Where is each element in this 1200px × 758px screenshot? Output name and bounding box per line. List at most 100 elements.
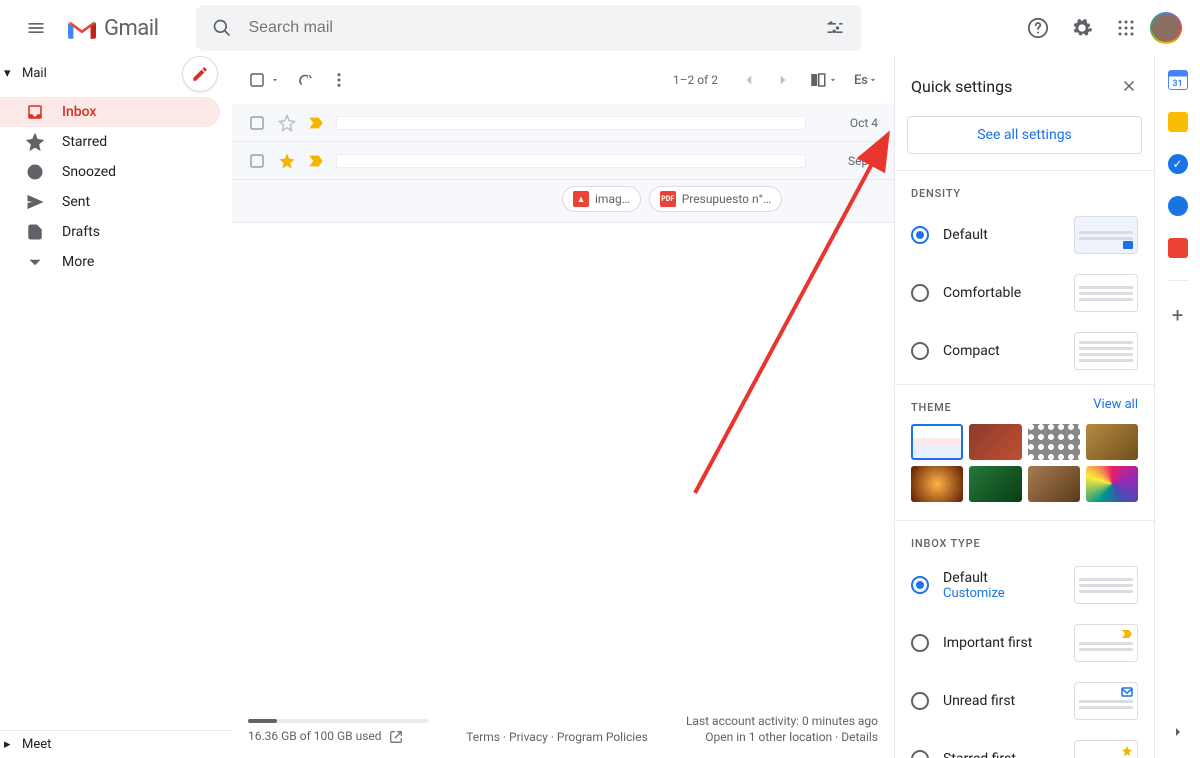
option-label-text: Default xyxy=(943,570,1060,586)
important-icon[interactable] xyxy=(308,154,324,168)
nav-item-sent[interactable]: Sent xyxy=(0,187,220,217)
side-panel-rail: 31 ✓ 👤 + xyxy=(1154,56,1200,758)
density-option-comfortable[interactable]: Comfortable xyxy=(895,264,1154,322)
select-all-checkbox[interactable] xyxy=(248,71,280,89)
inbox-preview xyxy=(1074,740,1138,758)
caret-down-icon xyxy=(828,75,838,85)
meet-section-header[interactable]: ▸ Meet xyxy=(0,731,232,758)
split-pane-button[interactable] xyxy=(808,60,838,100)
input-tools-button[interactable]: Es xyxy=(854,60,878,100)
theme-view-all-link[interactable]: View all xyxy=(1093,397,1138,412)
search-input[interactable] xyxy=(240,19,817,37)
theme-tile[interactable] xyxy=(1028,466,1080,502)
mail-row[interactable]: Sep 6 xyxy=(232,142,894,180)
customize-link[interactable]: Customize xyxy=(943,586,1060,601)
storage-block: 16.36 GB of 100 GB used xyxy=(248,719,428,744)
apps-grid-icon xyxy=(1117,19,1135,37)
quick-settings-panel: Quick settings See all settings Density … xyxy=(894,56,1154,758)
nav-label: Inbox xyxy=(62,104,96,120)
important-icon[interactable] xyxy=(308,116,324,130)
mail-date: Oct 4 xyxy=(818,116,878,130)
inbox-preview xyxy=(1074,566,1138,604)
theme-tile[interactable] xyxy=(1086,466,1138,502)
inbox-type-option-default[interactable]: Default Customize xyxy=(895,556,1154,614)
help-button[interactable] xyxy=(1018,8,1058,48)
attachment-chip-pdf[interactable]: PDF Presupuesto n°… xyxy=(649,186,782,212)
search-icon[interactable] xyxy=(204,8,240,48)
footer-links[interactable]: Terms · Privacy · Program Policies xyxy=(466,730,648,744)
contacts-app-icon[interactable]: 👤 xyxy=(1168,196,1188,216)
option-label: Default xyxy=(943,227,1060,243)
theme-tile[interactable] xyxy=(1028,424,1080,460)
split-pane-icon xyxy=(808,71,828,89)
inbox-type-option-starred[interactable]: Starred first xyxy=(895,730,1154,758)
theme-tile[interactable] xyxy=(1086,424,1138,460)
more-actions-button[interactable] xyxy=(330,60,348,100)
caret-down-icon: ▾ xyxy=(4,66,22,81)
content-area: 1–2 of 2 Es Oct 4 xyxy=(232,56,894,758)
gear-icon xyxy=(1071,17,1093,39)
nav-item-snoozed[interactable]: Snoozed xyxy=(0,157,220,187)
prev-page-button[interactable] xyxy=(740,60,758,100)
nav-label: Sent xyxy=(62,194,90,210)
footer: 16.36 GB of 100 GB used Terms · Privacy … xyxy=(232,708,894,758)
theme-tile[interactable] xyxy=(969,424,1021,460)
footer-activity-2[interactable]: Open in 1 other location · Details xyxy=(705,730,878,744)
checkbox-icon[interactable] xyxy=(248,152,266,170)
header: Gmail xyxy=(0,0,1200,56)
nav-item-drafts[interactable]: Drafts xyxy=(0,217,220,247)
radio-icon xyxy=(911,576,929,594)
nav-label: More xyxy=(62,254,94,270)
radio-icon xyxy=(911,692,929,710)
gmail-logo-icon xyxy=(68,17,96,39)
mail-section-label: Mail xyxy=(22,66,47,81)
help-icon xyxy=(1027,17,1049,39)
main-menu-button[interactable] xyxy=(12,4,60,52)
radio-icon xyxy=(911,750,929,758)
density-option-compact[interactable]: Compact xyxy=(895,322,1154,380)
nav-item-starred[interactable]: Starred xyxy=(0,127,220,157)
compose-button[interactable] xyxy=(182,56,218,92)
inbox-type-option-important[interactable]: Important first xyxy=(895,614,1154,672)
search-bar[interactable] xyxy=(196,5,861,51)
checkbox-icon[interactable] xyxy=(248,114,266,132)
apps-launcher-button[interactable] xyxy=(1106,8,1146,48)
refresh-button[interactable] xyxy=(296,60,314,100)
gmail-logo[interactable]: Gmail xyxy=(68,16,188,41)
addon-app-icon[interactable] xyxy=(1168,238,1188,258)
settings-button[interactable] xyxy=(1062,8,1102,48)
calendar-app-icon[interactable]: 31 xyxy=(1168,70,1188,90)
next-page-button[interactable] xyxy=(774,60,792,100)
inbox-type-option-unread[interactable]: Unread first xyxy=(895,672,1154,730)
image-icon: ▲ xyxy=(573,191,589,207)
attachment-chip-image[interactable]: ▲ imag… xyxy=(562,186,641,212)
see-all-settings-button[interactable]: See all settings xyxy=(907,116,1142,154)
account-avatar[interactable] xyxy=(1150,12,1182,44)
add-addon-button[interactable]: + xyxy=(1172,303,1183,327)
search-options-button[interactable] xyxy=(817,8,853,48)
hamburger-icon xyxy=(26,18,46,38)
inbox-type-section-title: Inbox type xyxy=(895,525,1154,556)
option-label: Starred first xyxy=(943,751,1060,758)
storage-bar xyxy=(248,719,428,723)
theme-tile[interactable] xyxy=(911,466,963,502)
theme-tile[interactable] xyxy=(911,424,963,460)
input-tool-label: Es xyxy=(854,73,868,88)
nav-item-more[interactable]: More xyxy=(0,247,220,277)
tasks-app-icon[interactable]: ✓ xyxy=(1168,154,1188,174)
nav-item-inbox[interactable]: Inbox xyxy=(0,97,220,127)
mail-row[interactable]: Oct 4 xyxy=(232,104,894,142)
theme-tile[interactable] xyxy=(969,466,1021,502)
star-icon[interactable] xyxy=(278,114,296,132)
collapse-side-panel-button[interactable] xyxy=(1170,724,1186,744)
density-section-title: Density xyxy=(895,175,1154,206)
nav-label: Starred xyxy=(62,134,107,150)
external-link-icon[interactable] xyxy=(389,730,403,744)
attachment-chips: ▲ imag… PDF Presupuesto n°… xyxy=(232,180,894,223)
chevron-right-icon xyxy=(774,71,792,89)
density-option-default[interactable]: Default xyxy=(895,206,1154,264)
keep-app-icon[interactable] xyxy=(1168,112,1188,132)
close-quick-settings-button[interactable] xyxy=(1120,66,1138,106)
star-icon[interactable] xyxy=(278,152,296,170)
caret-down-icon xyxy=(270,75,280,85)
